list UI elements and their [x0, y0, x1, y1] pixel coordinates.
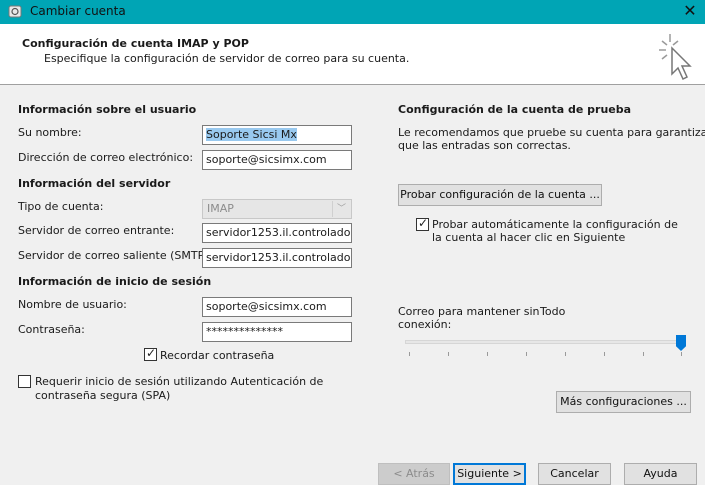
cancel-button[interactable]: Cancelar	[538, 463, 611, 485]
help-button[interactable]: Ayuda	[624, 463, 697, 485]
wizard-header: Configuración de cuenta IMAP y POP Espec…	[0, 24, 705, 85]
spa-checkbox[interactable]	[18, 375, 31, 388]
next-button[interactable]: Siguiente >	[453, 463, 526, 485]
slider-tick	[643, 352, 644, 356]
email-field[interactable]: soporte@sicsimx.com	[202, 150, 352, 170]
username-field[interactable]: soporte@sicsimx.com	[202, 297, 352, 317]
slider-tick	[487, 352, 488, 356]
auto-test-label-line1: Probar automáticamente la configuración …	[432, 218, 678, 231]
password-field[interactable]: **************	[202, 322, 352, 342]
slider-tick	[604, 352, 605, 356]
password-label: Contraseña:	[18, 323, 85, 336]
offline-mail-label-line2: conexión:	[398, 318, 452, 331]
test-description-line2: que las entradas son correctas.	[398, 139, 571, 152]
cursor-sparkle-icon	[659, 34, 692, 81]
slider-tick	[448, 352, 449, 356]
test-description-line1: Le recomendamos que pruebe su cuenta par…	[398, 126, 705, 139]
email-label: Dirección de correo electrónico:	[18, 151, 194, 164]
name-value: Soporte Sicsi Mx	[206, 128, 297, 141]
outgoing-server-field[interactable]: servidor1253.il.controladord	[202, 248, 352, 268]
window-title: Cambiar cuenta	[30, 4, 126, 18]
chevron-down-icon: ﹀	[332, 201, 350, 217]
checkmark-icon: ✓	[418, 216, 429, 230]
more-settings-button[interactable]: Más configuraciones ...	[556, 391, 691, 413]
slider-tick	[565, 352, 566, 356]
back-button[interactable]: < Atrás	[378, 463, 450, 485]
account-type-label: Tipo de cuenta:	[18, 200, 104, 213]
offline-mail-label-line1: Correo para mantener sin	[398, 305, 540, 318]
page-title: Configuración de cuenta IMAP y POP	[22, 37, 249, 50]
auto-test-checkbox[interactable]: ✓	[416, 216, 429, 231]
auto-test-label-line2: la cuenta al hacer clic en Siguiente	[432, 231, 626, 244]
spa-label-line2: contraseña segura (SPA)	[35, 389, 171, 402]
close-icon[interactable]: ✕	[675, 0, 705, 24]
test-account-button[interactable]: Probar configuración de la cuenta ...	[398, 184, 602, 206]
checkmark-icon: ✓	[146, 346, 157, 360]
name-label: Su nombre:	[18, 126, 82, 139]
page-subtitle: Especifique la configuración de servidor…	[44, 52, 410, 65]
title-bar: Cambiar cuenta ✕	[0, 0, 705, 24]
spa-label-line1: Requerir inicio de sesión utilizando Aut…	[35, 375, 324, 388]
offline-slider-thumb[interactable]	[676, 335, 686, 351]
test-settings-section-title: Configuración de la cuenta de prueba	[398, 103, 632, 116]
name-field[interactable]: Soporte Sicsi Mx	[202, 125, 352, 145]
remember-password-checkbox[interactable]: ✓	[144, 346, 157, 361]
incoming-server-label: Servidor de correo entrante:	[18, 224, 175, 237]
login-info-section-title: Información de inicio de sesión	[18, 275, 212, 288]
slider-tick	[681, 352, 682, 356]
outgoing-server-label: Servidor de correo saliente (SMTP):	[18, 249, 213, 262]
server-info-section-title: Información del servidor	[18, 177, 171, 190]
slider-tick	[526, 352, 527, 356]
incoming-server-field[interactable]: servidor1253.il.controladord	[202, 223, 352, 243]
account-type-value: IMAP	[207, 202, 234, 215]
outlook-app-icon	[8, 5, 22, 18]
user-info-section-title: Información sobre el usuario	[18, 103, 197, 116]
offline-mail-value: Todo	[540, 305, 566, 318]
username-label: Nombre de usuario:	[18, 298, 127, 311]
account-type-select: IMAP ﹀	[202, 199, 352, 219]
remember-password-label: Recordar contraseña	[160, 349, 275, 362]
offline-slider-track[interactable]	[405, 340, 683, 344]
slider-tick	[409, 352, 410, 356]
